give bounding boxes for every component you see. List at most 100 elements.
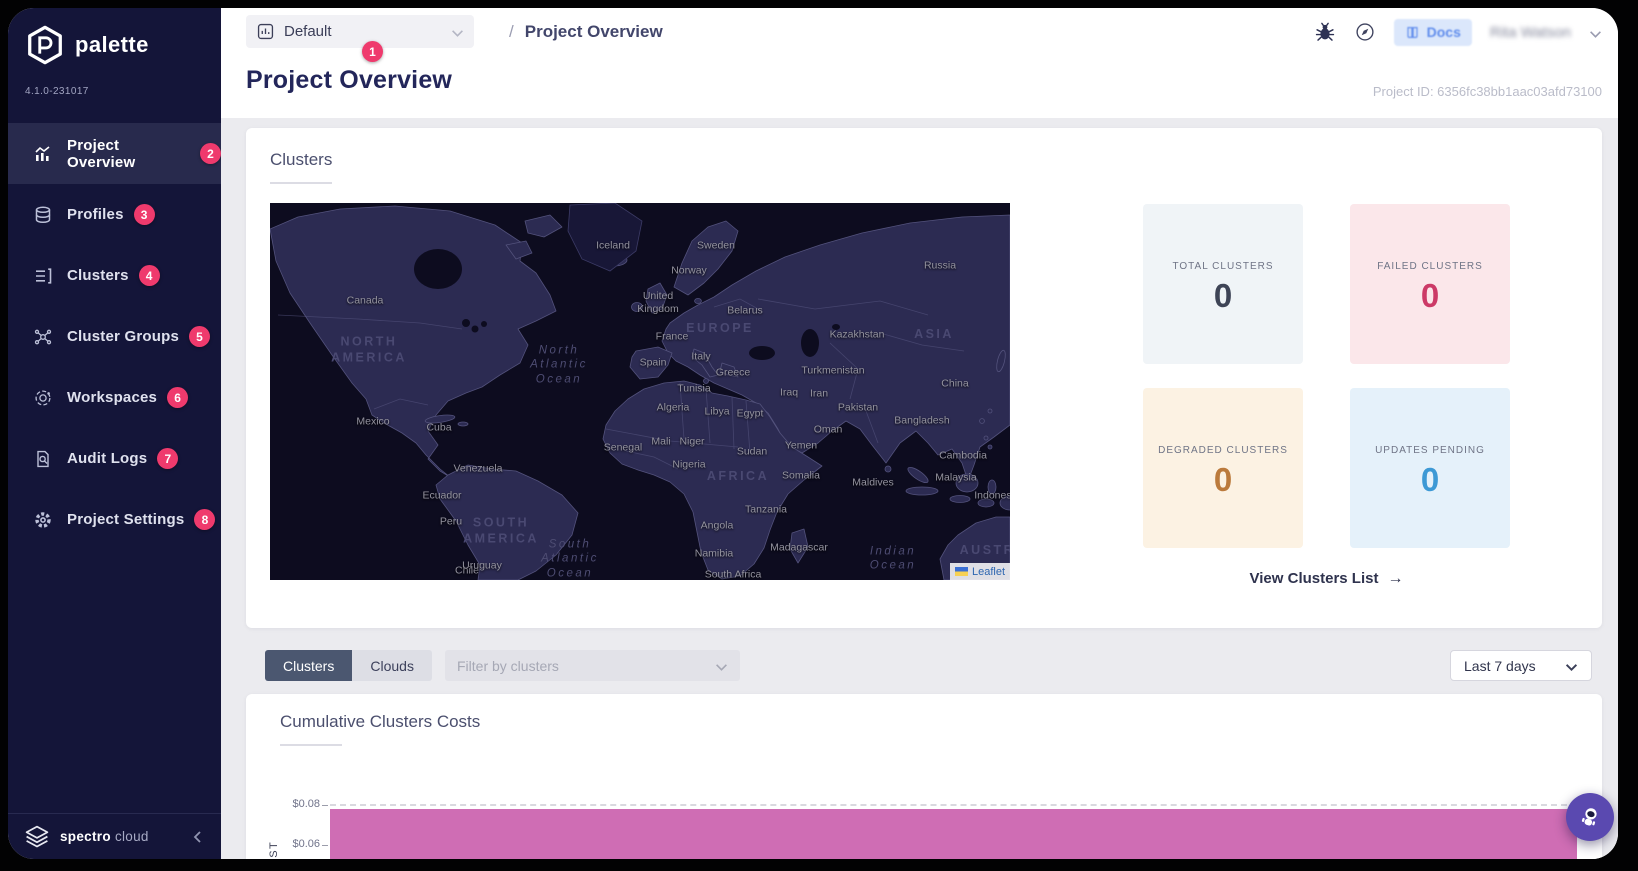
date-range-select[interactable]: Last 7 days	[1450, 650, 1592, 681]
user-menu[interactable]: Rita Watson	[1490, 24, 1571, 41]
map-label-maldives: Maldives	[852, 476, 894, 489]
map-label-chile: Chile	[455, 564, 479, 577]
map-label-algeria: Algeria	[656, 401, 690, 414]
arrow-right-icon: →	[1387, 570, 1404, 587]
map-label-uruguay: Uruguay	[462, 559, 502, 572]
sidebar-item-workspaces[interactable]: Workspaces 6	[8, 367, 221, 428]
map-label-mexico: Mexico	[356, 415, 390, 428]
map-label-tanzania: Tanzania	[744, 503, 788, 516]
assistant-fab-button[interactable]	[1566, 793, 1614, 841]
sidebar-item-audit-logs[interactable]: Audit Logs 7	[8, 428, 221, 489]
map-label-china: China	[941, 377, 969, 390]
gear-icon	[33, 510, 53, 530]
map-label-indian-ocean: Indian Ocean	[869, 545, 917, 572]
clusters-card: Clusters Iceland Sweden Norway Russia Ca…	[246, 128, 1602, 628]
map-label-oman: Oman	[813, 423, 843, 436]
map-label-south-america: SOUTH AMERICA	[463, 515, 539, 545]
app-window: palette 4.1.0-231017 Project Overview 2 Pr…	[8, 8, 1618, 859]
cluster-stats-grid: TOTAL CLUSTERS 0 FAILED CLUSTERS 0 DEGRADED …	[1143, 204, 1510, 552]
clusters-clouds-tabs: Clusters Clouds	[265, 650, 432, 681]
map-label-united-kingdom: United Kingdom	[637, 289, 679, 315]
map-label-iceland: Iceland	[596, 239, 630, 252]
leaflet-link[interactable]: Leaflet	[972, 566, 1005, 578]
sidebar-item-clusters[interactable]: Clusters 4	[8, 245, 221, 306]
world-map[interactable]: Iceland Sweden Norway Russia Canada United Ki…	[270, 203, 1010, 580]
stat-value: 0	[1420, 461, 1440, 498]
spectro-cloud-logo-icon	[24, 824, 50, 850]
palette-logo-icon	[24, 24, 66, 66]
orbit-icon	[33, 388, 53, 408]
stat-tile-updates: UPDATES PENDING 0	[1350, 388, 1510, 548]
tab-clouds[interactable]: Clouds	[352, 650, 432, 681]
chart-gridline	[330, 804, 1577, 806]
project-selector[interactable]: Default	[246, 15, 474, 48]
brand-primary: spectro	[60, 829, 111, 844]
title-underline	[270, 182, 332, 184]
y-tick-mark	[322, 805, 328, 806]
tab-clusters[interactable]: Clusters	[265, 650, 353, 681]
bug-icon[interactable]	[1314, 21, 1336, 43]
som-mark-2: 2	[200, 143, 221, 164]
sidebar-item-project-settings[interactable]: Project Settings 8	[8, 489, 221, 550]
cluster-filter-select[interactable]: Filter by clusters	[445, 650, 740, 681]
stat-tile-failed: FAILED CLUSTERS 0	[1350, 204, 1510, 364]
map-label-cambodia: Cambodia	[939, 449, 987, 462]
docs-button[interactable]: Docs	[1393, 18, 1472, 46]
map-label-senegal: Senegal	[603, 441, 643, 454]
map-label-north-atlantic-ocean: North Atlantic Ocean	[530, 344, 588, 386]
list-bracket-icon	[33, 266, 53, 286]
sidebar-item-profiles[interactable]: Profiles 3	[8, 184, 221, 245]
stat-value: 0	[1213, 277, 1233, 314]
spectro-cloud-brand: spectro cloud	[60, 829, 191, 844]
map-label-mali: Mali	[651, 435, 671, 448]
map-attribution[interactable]: Leaflet	[949, 563, 1010, 580]
stat-tile-degraded: DEGRADED CLUSTERS 0	[1143, 388, 1303, 548]
doc-search-icon	[33, 449, 53, 469]
stat-value: 0	[1213, 461, 1233, 498]
y-tick-mark	[322, 845, 328, 846]
som-mark-6: 6	[167, 387, 189, 408]
sidebar-item-cluster-groups[interactable]: Cluster Groups 5	[8, 306, 221, 367]
book-icon	[1405, 25, 1420, 40]
map-label-somalia: Somalia	[782, 469, 820, 482]
map-label-egypt: Egypt	[736, 407, 764, 420]
view-clusters-list-label: View Clusters List	[1249, 570, 1379, 587]
project-id: Project ID: 6356fc38bb1aac03afd73100	[1372, 84, 1602, 99]
map-label-europe: EUROPE	[686, 321, 754, 336]
map-label-belarus: Belarus	[727, 304, 763, 317]
map-label-canada: Canada	[346, 294, 384, 307]
map-label-angola: Angola	[700, 519, 734, 532]
map-label-south-africa: South Africa	[704, 568, 762, 580]
view-clusters-list-link[interactable]: View Clusters List →	[1143, 570, 1510, 588]
map-label-france: France	[655, 330, 689, 343]
map-label-australia: AUSTRALIA	[959, 543, 1010, 558]
chevron-down-icon[interactable]	[1589, 26, 1602, 39]
map-label-asia: ASIA	[914, 327, 954, 342]
sidebar-item-label: Project Overview	[67, 136, 136, 171]
clusters-card-title: Clusters	[270, 150, 333, 169]
som-mark-1: 1	[362, 41, 383, 62]
main-area: Default 1 / Project Overview Docs Rita W…	[221, 8, 1618, 859]
costs-card-title: Cumulative Clusters Costs	[280, 712, 481, 731]
date-range-value: Last 7 days	[1464, 657, 1536, 674]
sidebar-item-label: Profiles	[67, 206, 124, 223]
map-label-pakistan: Pakistan	[837, 401, 879, 414]
map-label-greece: Greece	[715, 366, 751, 379]
map-label-spain: Spain	[639, 356, 667, 369]
chart-area-series	[330, 809, 1577, 859]
map-label-norway: Norway	[671, 264, 707, 277]
title-underline	[280, 744, 342, 746]
help-compass-icon[interactable]	[1354, 21, 1376, 43]
y-tick--0-06: $0.06	[292, 838, 320, 850]
ukraine-flag-icon	[954, 567, 968, 576]
brand-secondary: cloud	[114, 829, 149, 844]
sidebar-item-label: Project Settings	[67, 511, 185, 528]
map-label-iran: Iran	[809, 387, 829, 400]
sidebar-item-label: Workspaces	[67, 389, 158, 406]
nodes-network-icon	[33, 327, 53, 347]
stat-label: FAILED CLUSTERS	[1377, 261, 1483, 272]
map-label-russia: Russia	[923, 259, 957, 272]
breadcrumb-current[interactable]: Project Overview	[525, 22, 663, 42]
sidebar-item-project-overview[interactable]: Project Overview 2	[8, 123, 221, 184]
sidebar-collapse-button[interactable]	[191, 830, 205, 844]
